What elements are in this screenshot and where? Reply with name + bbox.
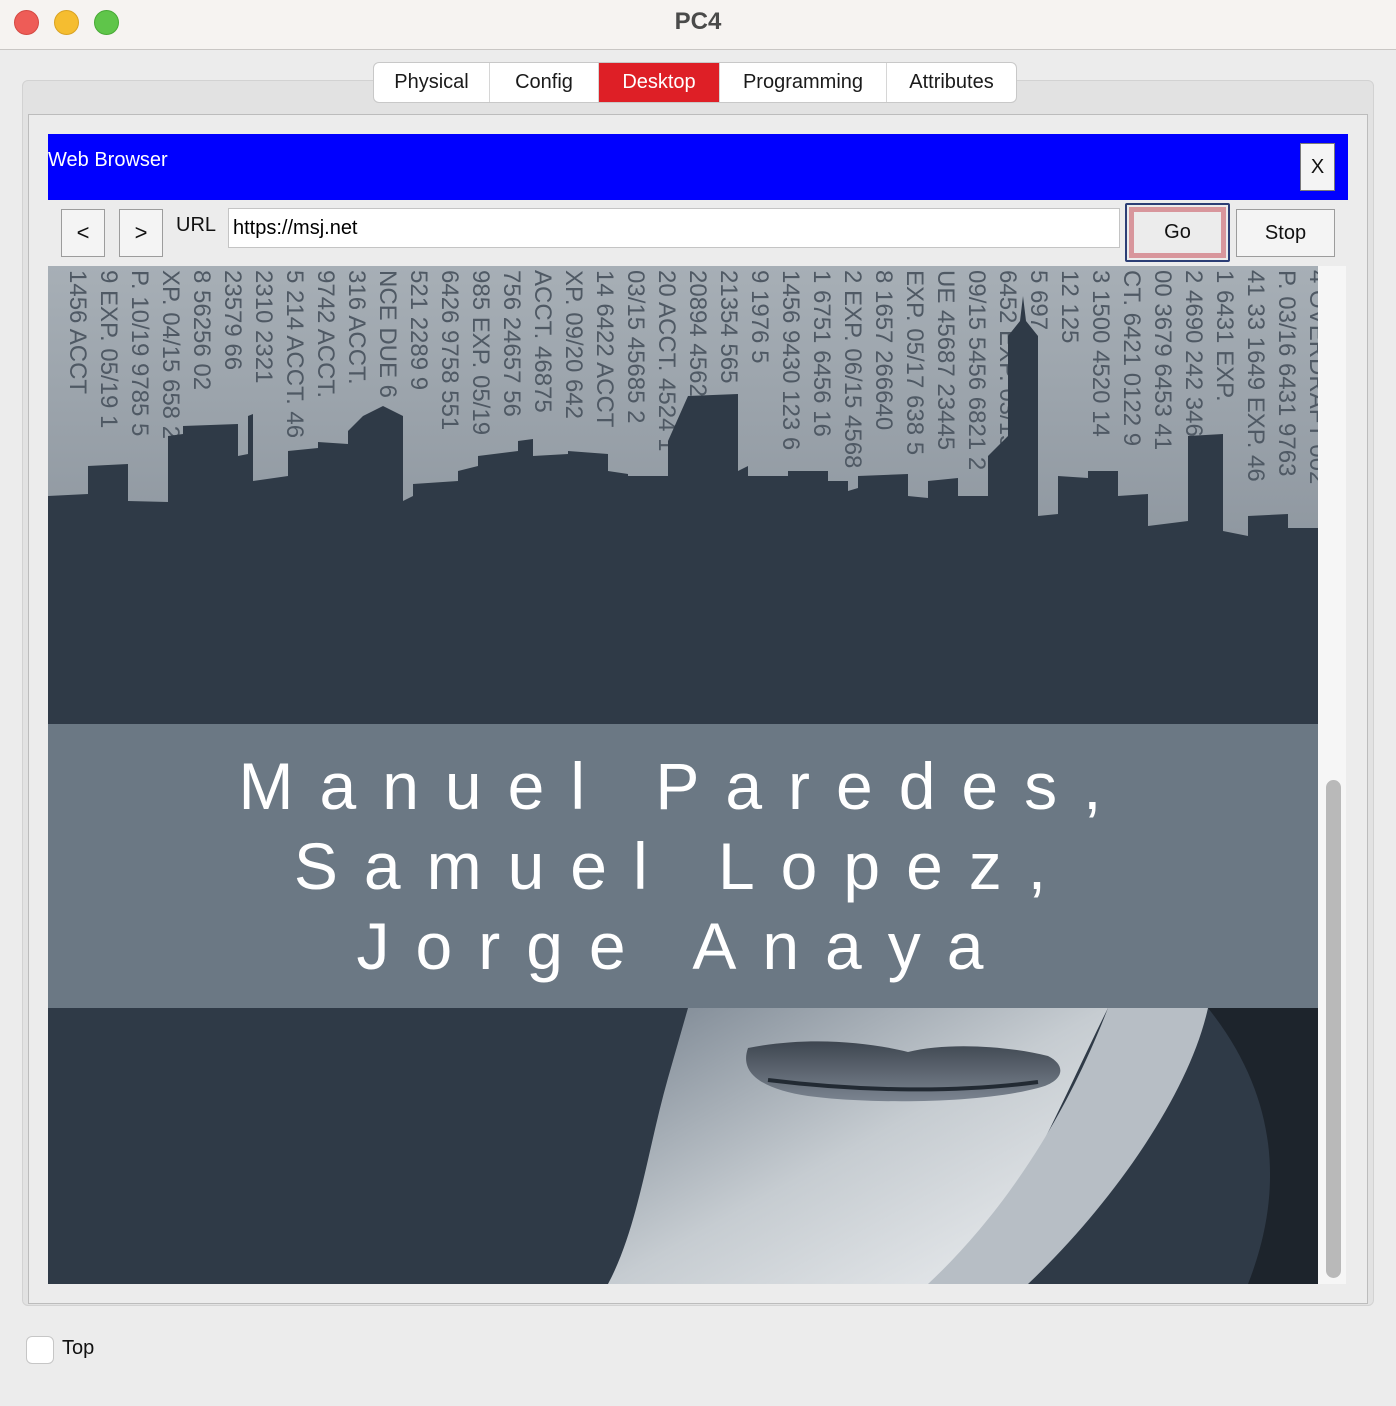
background-number-text: 9742 ACCT. — [312, 270, 339, 398]
background-number-text: 03/15 45685 2 — [622, 270, 649, 423]
top-checkbox-label: Top — [62, 1337, 95, 1359]
tab-programming[interactable]: Programming — [720, 63, 887, 102]
background-number-text: CT. 6421 0122 9 — [1118, 270, 1145, 446]
background-number-text: P. 10/19 9785 5 — [126, 270, 153, 436]
background-number-text: 9 EXP. 05/19 1 — [95, 270, 122, 428]
background-number-text: 985 EXP. 05/19 — [467, 270, 494, 435]
background-number-text: 9 1976 5 — [746, 270, 773, 363]
background-number-text: 316 ACCT. — [343, 270, 370, 385]
tab-bar: Physical Config Desktop Programming Attr… — [373, 62, 1017, 103]
background-number-text: XP. 09/20 642 — [560, 270, 587, 419]
browser-close-button[interactable]: X — [1300, 143, 1335, 191]
background-number-text: UE 45687 23445 — [932, 270, 959, 450]
tab-config[interactable]: Config — [490, 63, 599, 102]
background-number-text: 2 4690 242 346 — [1180, 270, 1207, 437]
author-banner: Manuel Paredes, Samuel Lopez, Jorge Anay… — [48, 724, 1318, 1008]
background-number-text: 41 33 1649 EXP. 46 — [1242, 270, 1269, 482]
background-number-text: 3 1500 4520 14 — [1087, 270, 1114, 437]
background-number-text: 1456 9430 123 6 — [777, 270, 804, 450]
go-button[interactable]: Go — [1129, 207, 1226, 258]
background-number-text: 521 2289 9 — [405, 270, 432, 390]
stop-button[interactable]: Stop — [1236, 209, 1335, 257]
hero-image-skyline: 4 OVERDRAFT 002 P. 03/16 6431 976341 33 1… — [48, 266, 1318, 724]
tab-physical[interactable]: Physical — [374, 63, 490, 102]
background-number-text: XP. 04/15 658 2 — [157, 270, 184, 439]
background-number-text: 09/15 5456 6821 2 — [963, 270, 990, 470]
background-number-text: 6426 9758 551 — [436, 270, 463, 430]
background-number-text: 2 EXP. 06/15 4568 — [839, 270, 866, 468]
background-number-text: ACCT. 46875 — [529, 270, 556, 413]
url-label: URL — [176, 214, 217, 236]
background-number-text: 756 24657 56 — [498, 270, 525, 417]
background-number-text: 14 6422 ACCT — [591, 270, 618, 428]
background-number-text: 1 6431 EXP. — [1211, 270, 1238, 402]
tab-attributes[interactable]: Attributes — [887, 63, 1016, 102]
background-number-text: 12 125 — [1056, 270, 1083, 343]
background-number-text: 5 214 ACCT. 46 — [281, 270, 308, 438]
browser-title-bar: Web Browser — [48, 134, 1348, 200]
skyline-illustration: 4 OVERDRAFT 002 P. 03/16 6431 976341 33 1… — [48, 266, 1318, 724]
background-number-text: NCE DUE 6 — [374, 270, 401, 398]
background-number-text: 2310 2321 — [250, 270, 277, 383]
background-number-text: 8 56256 02 — [188, 270, 215, 390]
browser-title: Web Browser — [48, 149, 168, 171]
url-input[interactable] — [228, 208, 1120, 248]
tab-desktop[interactable]: Desktop — [599, 63, 720, 102]
window-title: PC4 — [674, 8, 722, 35]
background-number-text: 00 3679 6453 41 — [1149, 270, 1176, 450]
background-number-text: 23579 66 — [219, 270, 246, 370]
author-names: Manuel Paredes, Samuel Lopez, Jorge Anay… — [238, 749, 1128, 983]
page-scrollbar-thumb[interactable] — [1326, 780, 1341, 1278]
background-number-text: 5 697 — [1025, 270, 1052, 330]
back-button[interactable]: < — [61, 209, 105, 257]
background-number-text: 1456 ACCT — [64, 270, 91, 394]
background-number-text: P. 03/16 6431 9763 — [1273, 270, 1300, 476]
background-number-text: 1 6751 6456 16 — [808, 270, 835, 437]
background-number-text: 8 1657 266640 — [870, 270, 897, 430]
portrait-illustration — [48, 1008, 1318, 1284]
hero-image-portrait — [48, 1008, 1318, 1284]
background-number-text: EXP. 05/17 638 5 — [901, 270, 928, 455]
background-number-text: 4 OVERDRAFT 002 — [1304, 270, 1318, 484]
background-number-text: 21354 565 — [715, 270, 742, 383]
web-page-viewport[interactable]: 4 OVERDRAFT 002 P. 03/16 6431 976341 33 1… — [48, 266, 1346, 1284]
forward-button[interactable]: > — [119, 209, 163, 257]
title-bar: PC4 — [0, 0, 1396, 50]
top-checkbox[interactable] — [26, 1336, 54, 1364]
